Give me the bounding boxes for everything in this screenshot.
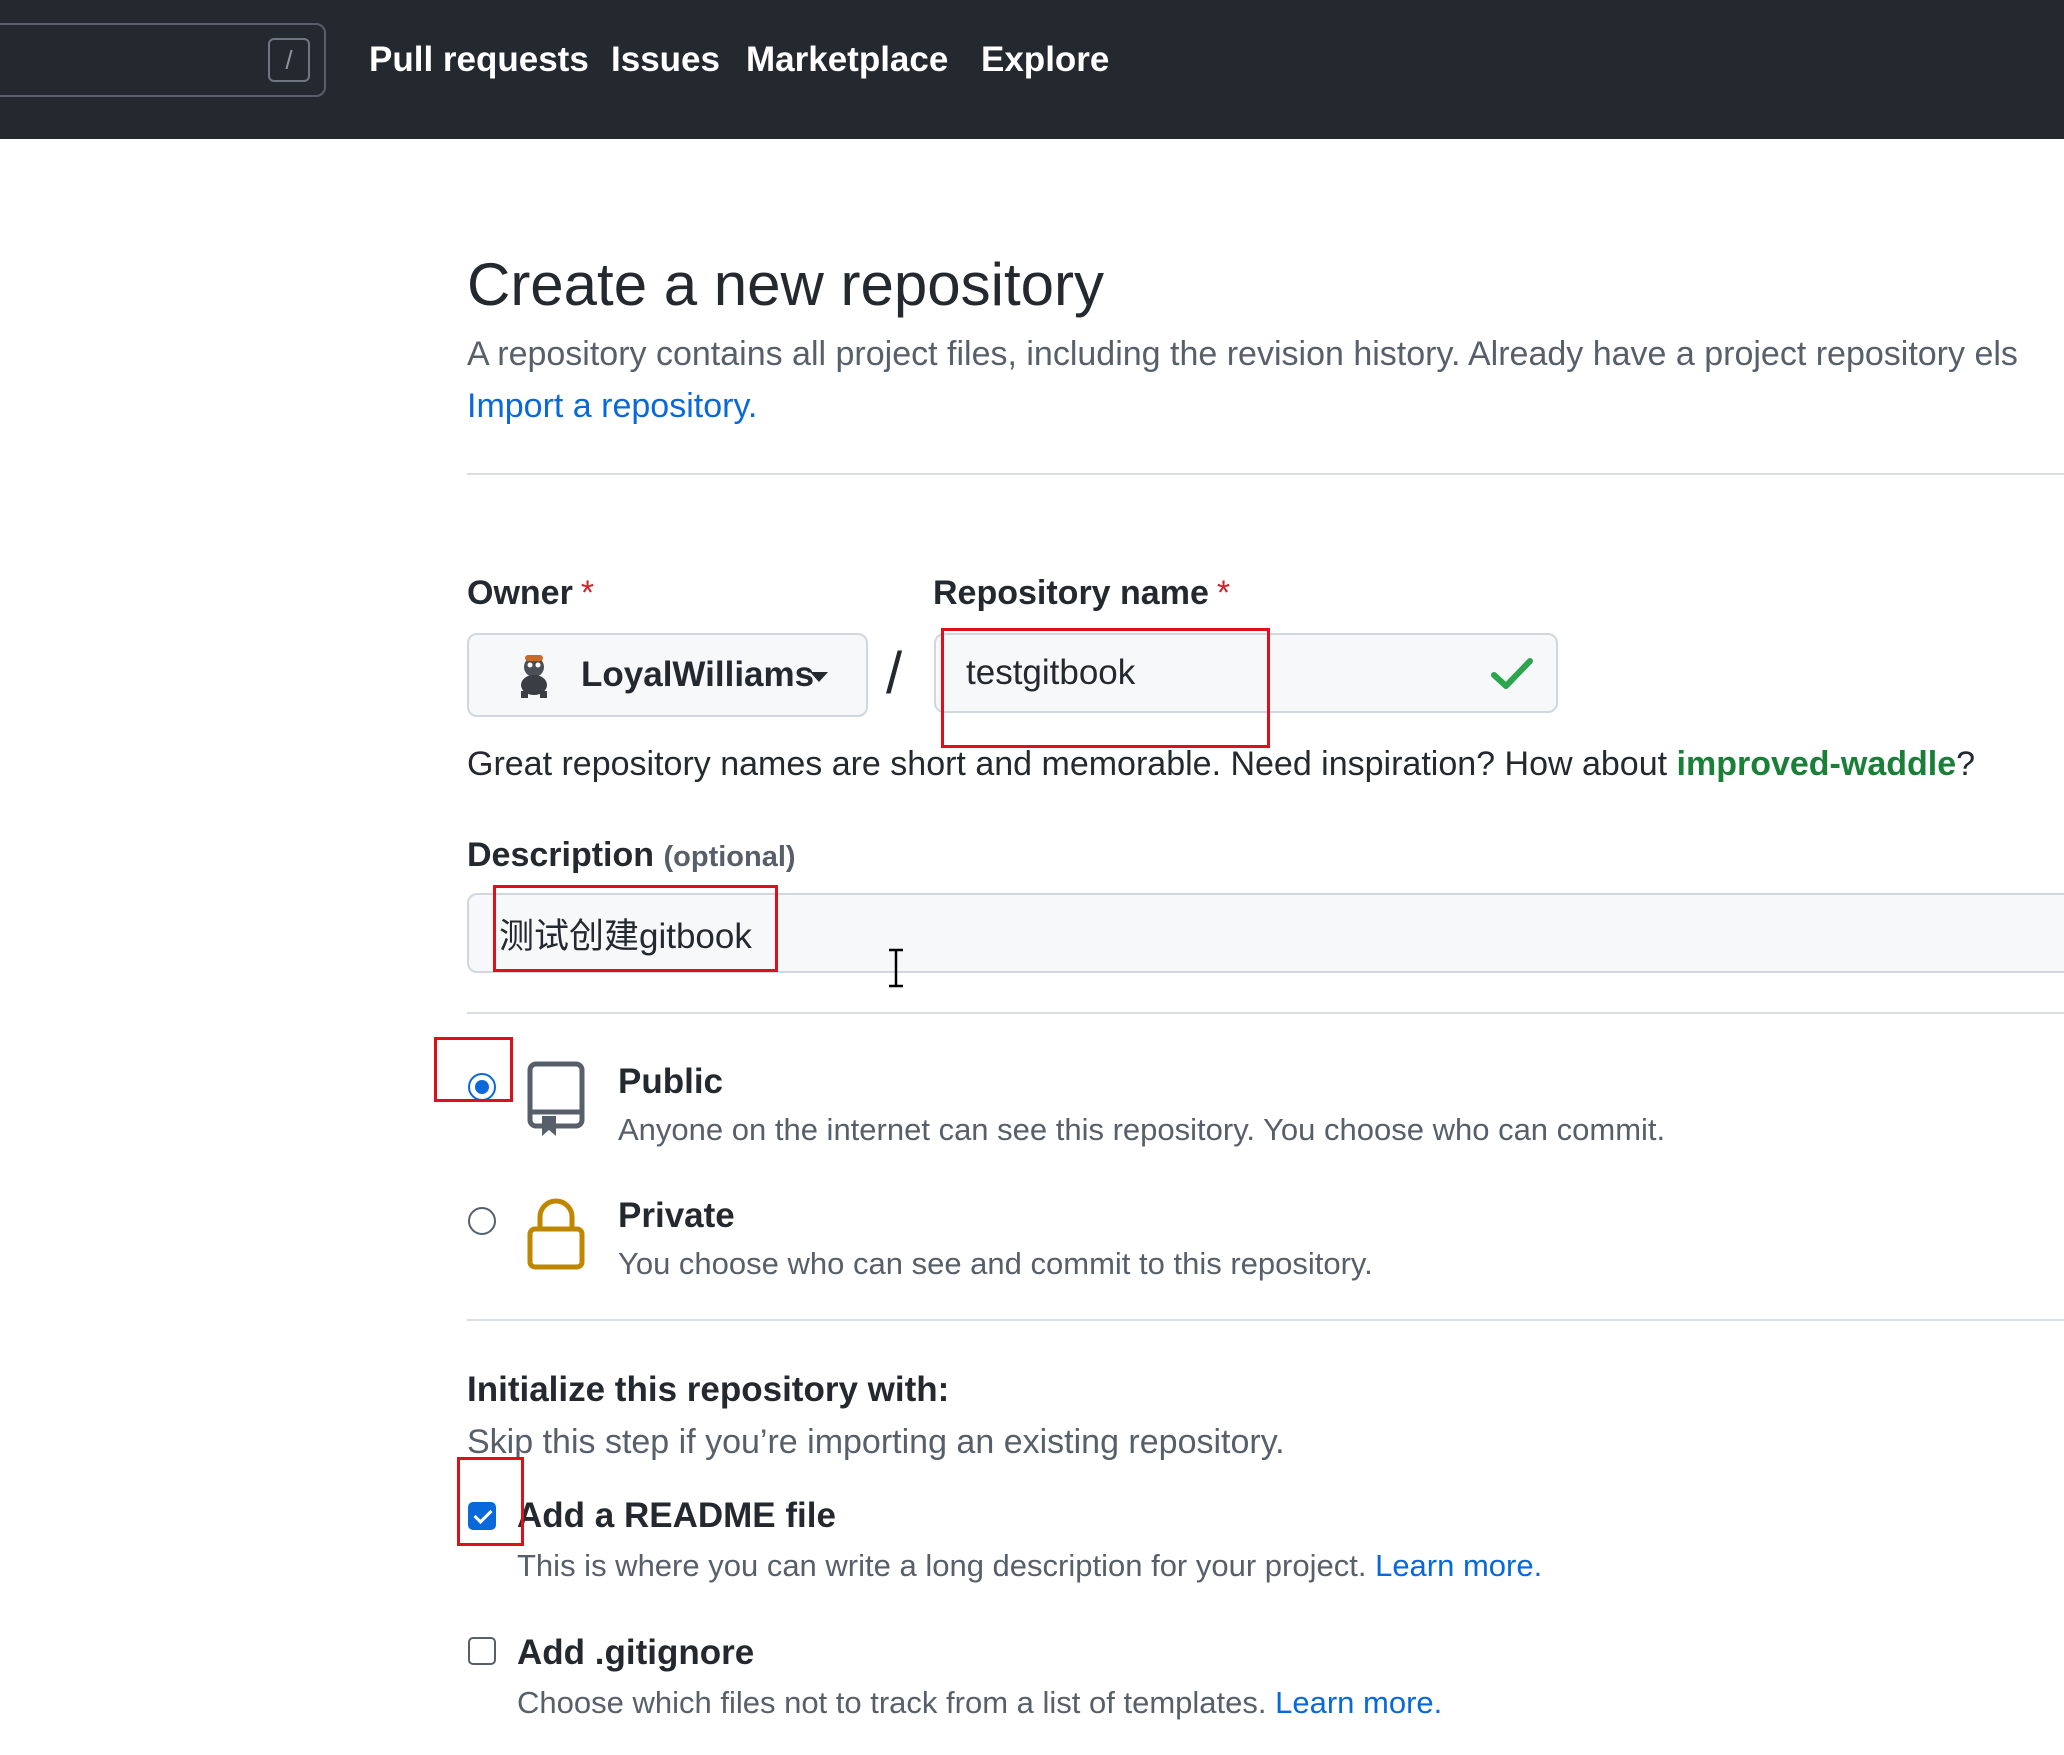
repo-name-hint: Great repository names are short and mem… [467,745,1976,783]
annotation-box-description [493,885,778,972]
gitignore-learn-more-link[interactable]: Learn more. [1275,1685,1442,1720]
gitignore-label[interactable]: Add .gitignore [517,1633,754,1673]
nav-explore[interactable]: Explore [981,40,1109,80]
owner-avatar [521,655,547,698]
readme-label[interactable]: Add a README file [517,1496,836,1536]
readme-learn-more-link[interactable]: Learn more. [1375,1548,1542,1583]
name-suggestion[interactable]: improved-waddle [1677,745,1957,783]
repo-name-label: Repository name * [933,574,1231,612]
public-title: Public [618,1062,724,1101]
caret-down-icon [810,672,828,682]
search-input[interactable]: / [0,23,326,97]
lock-icon [527,1198,585,1270]
private-radio[interactable] [468,1207,496,1235]
repo-icon [527,1061,585,1136]
gitignore-description: Choose which files not to track from a l… [517,1685,1443,1720]
public-description: Anyone on the internet can see this repo… [618,1112,1666,1147]
nav-pull-requests[interactable]: Pull requests [369,40,589,80]
page-subtitle: A repository contains all project files,… [467,335,2018,373]
initialize-subtitle: Skip this step if you’re importing an ex… [467,1423,1285,1461]
annotation-box-readme [457,1457,524,1546]
initialize-title: Initialize this repository with: [467,1370,950,1409]
optional-tag: (optional) [663,841,796,873]
required-mark: * [1216,574,1231,612]
divider [467,1319,2064,1321]
import-repository-link[interactable]: Import a repository. [467,387,757,426]
owner-repo-separator: / [886,641,903,706]
annotation-box-repo-name [941,628,1270,748]
annotation-box-public [434,1037,513,1102]
private-title: Private [618,1196,735,1235]
divider [467,473,2064,475]
required-mark: * [580,574,595,612]
top-navigation-bar: / Pull requests Issues Marketplace Explo… [0,0,2064,139]
description-label: Description (optional) [467,836,796,874]
owner-label: Owner * [467,574,595,612]
search-shortcut-icon: / [268,38,310,82]
owner-name: LoyalWilliams [581,655,815,694]
readme-description: This is where you can write a long descr… [517,1548,1543,1583]
owner-select[interactable]: LoyalWilliams [467,633,868,717]
check-icon [1491,658,1533,689]
private-description: You choose who can see and commit to thi… [618,1246,1373,1281]
gitignore-checkbox[interactable] [468,1637,496,1665]
text-cursor-icon [889,948,903,988]
divider [467,1012,2064,1014]
page-title: Create a new repository [467,251,1104,318]
nav-marketplace[interactable]: Marketplace [746,40,948,80]
nav-issues[interactable]: Issues [611,40,720,80]
